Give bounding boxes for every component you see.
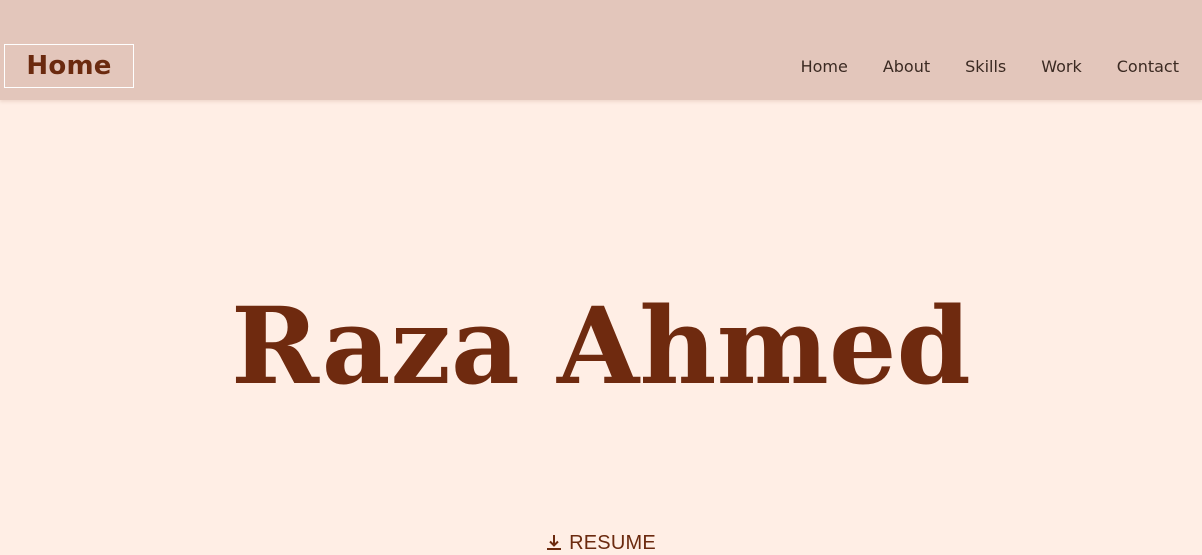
hero-section: Raza Ahmed RESUME <box>0 100 1202 554</box>
nav-home-link[interactable]: Home <box>801 57 848 77</box>
top-navigation-bar: Home Home About Skills Work Contact <box>0 0 1202 100</box>
nav-about-link[interactable]: About <box>883 57 930 77</box>
hero-name: Raza Ahmed <box>230 283 971 408</box>
nav-skills-link[interactable]: Skills <box>965 57 1006 77</box>
home-brand-button[interactable]: Home <box>4 44 134 88</box>
resume-download-link[interactable]: RESUME <box>0 531 1202 555</box>
nav-work-link[interactable]: Work <box>1041 57 1082 77</box>
nav-contact-link[interactable]: Contact <box>1117 57 1179 77</box>
main-navigation: Home About Skills Work Contact <box>801 57 1179 77</box>
resume-label: RESUME <box>569 532 656 554</box>
download-icon <box>546 534 562 552</box>
